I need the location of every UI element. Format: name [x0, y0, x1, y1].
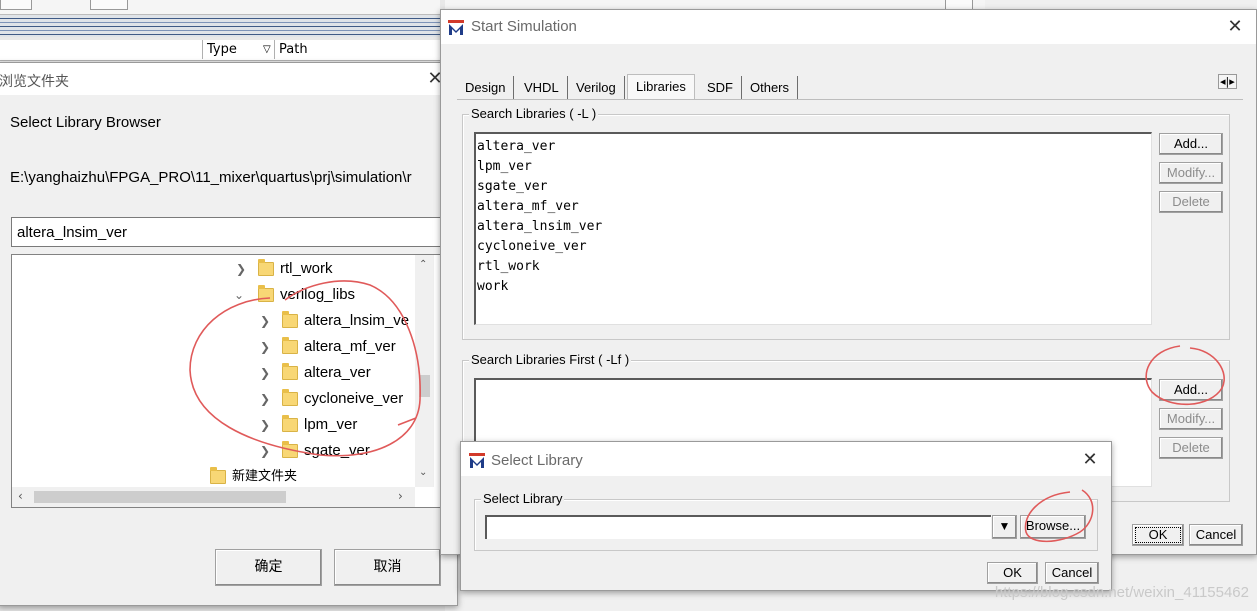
chevron-right-icon[interactable]: ❯	[236, 256, 246, 282]
folder-icon	[282, 441, 298, 458]
select-library-cancel-button[interactable]: Cancel	[1045, 562, 1099, 584]
browse-path: E:\yanghaizhu\FPGA_PRO\11_mixer\quartus\…	[10, 169, 412, 186]
folder-icon	[282, 415, 298, 432]
list-item[interactable]: altera_lnsim_ver	[476, 217, 1151, 237]
search-first-label: Search Libraries First ( -Lf )	[469, 352, 632, 367]
modelsim-logo-icon	[448, 20, 464, 35]
tree-item-verilog-libs[interactable]: ⌄ verilog_libs	[232, 282, 422, 308]
list-item[interactable]: rtl_work	[476, 257, 1151, 277]
folder-icon	[210, 467, 226, 484]
list-item[interactable]: cycloneive_ver	[476, 237, 1151, 257]
browse-ok-button[interactable]: 确定	[215, 549, 322, 586]
tab-scroll-arrows[interactable]: ◂|▸	[1218, 74, 1237, 89]
folder-icon	[282, 389, 298, 406]
chevron-right-icon[interactable]: ❯	[260, 308, 270, 334]
modelsim-logo-icon	[469, 453, 485, 468]
search-libraries-list[interactable]: altera_ver lpm_ver sgate_ver altera_mf_v…	[474, 132, 1152, 325]
tree-item-altera-mf-ver[interactable]: ❯ altera_mf_ver	[256, 334, 426, 360]
tree-item-rtl-work[interactable]: ❯ rtl_work	[232, 256, 422, 282]
folder-name-value: altera_lnsim_ver	[17, 224, 128, 241]
column-type[interactable]: Type ▽	[202, 40, 279, 59]
list-item[interactable]: altera_mf_ver	[476, 197, 1151, 217]
library-dropdown-button[interactable]: ▼	[992, 515, 1017, 539]
browse-title: 浏览文件夹	[0, 74, 69, 90]
background-status-fragment	[200, 598, 460, 611]
folder-tree[interactable]: ❯ rtl_work ⌄ verilog_libs ❯ altera_lnsim…	[11, 254, 441, 508]
browse-titlebar: 浏览文件夹 ✕	[0, 63, 457, 95]
browse-cancel-button[interactable]: 取消	[334, 549, 441, 586]
tab-verilog[interactable]: Verilog	[568, 76, 625, 100]
start-sim-titlebar: Start Simulation ✕	[441, 10, 1256, 44]
background-toolbar	[0, 0, 440, 15]
delete-library-button[interactable]: Delete	[1159, 191, 1223, 213]
folder-name-input[interactable]: altera_lnsim_ver	[11, 217, 441, 247]
browse-folder-dialog: 浏览文件夹 ✕ Select Library Browser E:\yangha…	[0, 62, 458, 606]
tree-item-sgate-ver[interactable]: ❯ sgate_ver	[256, 438, 426, 464]
select-library-ok-button[interactable]: OK	[987, 562, 1038, 584]
folder-icon	[258, 285, 274, 302]
start-sim-ok-button[interactable]: OK	[1132, 524, 1184, 546]
select-library-label: Select Library	[481, 491, 565, 506]
chevron-right-icon[interactable]: ❯	[260, 334, 270, 360]
folder-icon	[282, 311, 298, 328]
tab-design[interactable]: Design	[457, 76, 515, 100]
add-first-button[interactable]: Add...	[1159, 379, 1223, 401]
scroll-up-icon[interactable]: ⌃	[419, 259, 427, 270]
chevron-right-icon[interactable]: ❯	[260, 438, 270, 464]
column-path[interactable]: Path	[274, 40, 444, 59]
folder-icon	[282, 363, 298, 380]
watermark: https://blog.csdn.net/weixin_41155462	[994, 584, 1249, 601]
tree-hscrollbar[interactable]: ‹ ›	[12, 487, 415, 507]
chevron-down-icon[interactable]: ⌄	[234, 282, 244, 308]
list-item[interactable]: lpm_ver	[476, 157, 1151, 177]
select-library-titlebar: Select Library ✕	[461, 442, 1111, 476]
hscroll-thumb[interactable]	[34, 491, 286, 503]
start-sim-title: Start Simulation	[471, 18, 577, 35]
tab-libraries[interactable]: Libraries	[627, 74, 695, 100]
modify-library-button[interactable]: Modify...	[1159, 162, 1223, 184]
scroll-thumb[interactable]	[419, 375, 430, 397]
scroll-right-icon[interactable]: ›	[398, 489, 403, 503]
sort-arrow-icon: ▽	[263, 44, 271, 55]
tree-item-altera-ver[interactable]: ❯ altera_ver	[256, 360, 426, 386]
start-sim-cancel-button[interactable]: Cancel	[1189, 524, 1243, 546]
modify-first-button[interactable]: Modify...	[1159, 408, 1223, 430]
scroll-left-icon[interactable]: ‹	[18, 489, 23, 503]
list-item[interactable]: sgate_ver	[476, 177, 1151, 197]
add-library-button[interactable]: Add...	[1159, 133, 1223, 155]
browse-button[interactable]: Browse...	[1020, 515, 1086, 539]
tree-item-altera-lnsim-ver[interactable]: ❯ altera_lnsim_ve	[256, 308, 426, 334]
folder-icon	[282, 337, 298, 354]
folder-icon	[258, 259, 274, 276]
tree-item-lpm-ver[interactable]: ❯ lpm_ver	[256, 412, 426, 438]
tree-item-cycloneive-ver[interactable]: ❯ cycloneive_ver	[256, 386, 426, 412]
list-item[interactable]: altera_ver	[476, 137, 1151, 157]
tab-others[interactable]: Others	[742, 76, 799, 100]
chevron-right-icon[interactable]: ❯	[260, 412, 270, 438]
background-column-header: Type ▽ Path	[0, 40, 445, 61]
dropdown-arrow-icon: ▼	[998, 519, 1011, 533]
background-tabstrip	[0, 15, 445, 37]
select-library-title: Select Library	[491, 452, 583, 469]
select-library-dialog: Select Library ✕ Select Library ▼ Browse…	[460, 441, 1112, 591]
delete-first-button[interactable]: Delete	[1159, 437, 1223, 459]
browse-heading: Select Library Browser	[10, 114, 161, 131]
tab-vhdl[interactable]: VHDL	[516, 76, 568, 100]
list-item[interactable]: work	[476, 277, 1151, 297]
search-libraries-label: Search Libraries ( -L )	[469, 106, 599, 121]
close-icon[interactable]: ✕	[1080, 450, 1100, 470]
close-icon[interactable]: ✕	[1225, 17, 1245, 37]
scroll-down-icon[interactable]: ⌄	[419, 467, 427, 478]
chevron-right-icon[interactable]: ❯	[260, 360, 270, 386]
library-path-input[interactable]	[485, 515, 991, 539]
tree-vscrollbar[interactable]: ⌃ ⌄	[415, 255, 434, 487]
chevron-right-icon[interactable]: ❯	[260, 386, 270, 412]
tab-sdf[interactable]: SDF	[699, 76, 742, 100]
